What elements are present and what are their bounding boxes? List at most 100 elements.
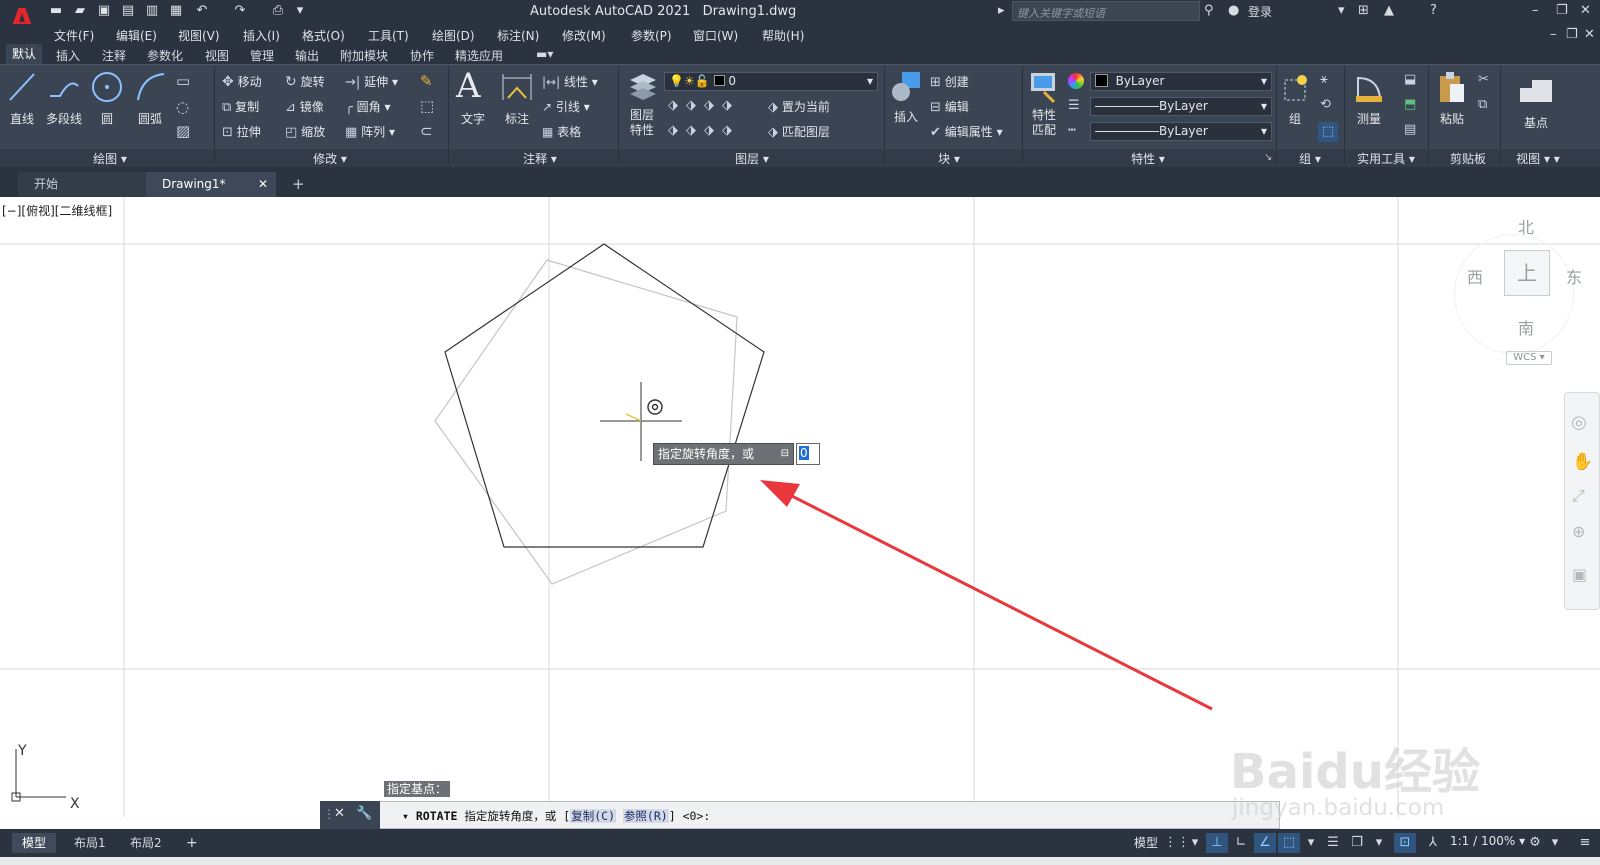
insert-block-icon[interactable] xyxy=(888,70,924,104)
circle-icon[interactable] xyxy=(90,70,124,104)
tab-view[interactable]: 视图 xyxy=(205,47,229,64)
tab-output[interactable]: 输出 xyxy=(295,47,319,64)
menu-parametric[interactable]: 参数(P) xyxy=(631,27,672,44)
polyline-icon[interactable] xyxy=(46,70,82,104)
text-button[interactable]: 文字 xyxy=(458,110,488,127)
hatch-icon[interactable]: ▨ xyxy=(176,122,190,140)
set-current-button[interactable]: ⬗ 置为当前 xyxy=(768,98,830,115)
isodraft-dropdown-icon[interactable]: ▾ xyxy=(1300,833,1322,853)
fillet-button[interactable]: ╭ 圆角 ▾ xyxy=(345,98,391,115)
mirror-button[interactable]: ⊿ 镜像 xyxy=(285,98,324,115)
qa-dropdown-icon[interactable]: ▾ xyxy=(292,3,308,19)
viewcube-south[interactable]: 南 xyxy=(1518,315,1534,339)
command-recent-icon[interactable]: ▾ xyxy=(402,809,409,823)
command-close-icon[interactable]: ✕ xyxy=(334,806,345,821)
line-button[interactable]: 直线 xyxy=(6,110,38,127)
color-wheel-icon[interactable] xyxy=(1068,73,1084,89)
search-input[interactable]: 键入关键字或短语 xyxy=(1012,1,1200,21)
clipboard-panel-title[interactable]: 剪贴板 xyxy=(1440,150,1496,166)
lineweight-dropdown[interactable]: ByLayer ▾ xyxy=(1090,97,1272,116)
leader-button[interactable]: ↗ 引线 ▾ xyxy=(542,98,590,115)
tab-drawing1[interactable]: Drawing1* ✕ xyxy=(146,172,276,197)
selection-cycling-dropdown-icon[interactable]: ▾ xyxy=(1368,833,1390,853)
menu-window[interactable]: 窗口(W) xyxy=(693,27,738,44)
menu-view[interactable]: 视图(V) xyxy=(178,27,220,44)
polyline-button[interactable]: 多段线 xyxy=(42,110,86,127)
quick-select-icon[interactable]: ⬓ xyxy=(1404,72,1416,87)
linear-button[interactable]: |↔| 线性 ▾ xyxy=(542,73,598,90)
base-view-icon[interactable] xyxy=(1518,76,1554,106)
copy-clip-icon[interactable]: ⧉ xyxy=(1478,97,1487,112)
wcs-menu[interactable]: WCS ▾ xyxy=(1506,351,1552,365)
workspace-dropdown-icon[interactable]: ▾ xyxy=(1544,833,1566,853)
array-button[interactable]: ▦ 阵列 ▾ xyxy=(345,123,395,140)
restore-icon[interactable]: ❐ xyxy=(1556,3,1568,18)
layer-dropdown[interactable]: 💡☀🔓 0 ▾ xyxy=(664,72,878,91)
group-icon[interactable] xyxy=(1282,72,1310,106)
add-layout-icon[interactable]: + xyxy=(176,833,208,853)
menu-tools[interactable]: 工具(T) xyxy=(368,27,409,44)
dynamic-options-icon[interactable]: ⊟ xyxy=(781,444,789,464)
account-dropdown-icon[interactable]: ▾ xyxy=(1338,3,1345,18)
arc-icon[interactable] xyxy=(134,70,166,104)
minimize-icon[interactable]: – xyxy=(1532,3,1539,18)
tab-collaborate[interactable]: 协作 xyxy=(410,47,434,64)
table-button[interactable]: ▦ 表格 xyxy=(542,123,581,140)
panel-expand-icon[interactable]: ↘ xyxy=(1264,152,1272,163)
paste-button[interactable]: 粘贴 xyxy=(1436,110,1468,127)
menu-insert[interactable]: 插入(I) xyxy=(243,27,280,44)
cart-icon[interactable]: ⊞ xyxy=(1358,3,1369,18)
save-icon[interactable]: ▣ xyxy=(96,3,112,19)
tab-manage[interactable]: 管理 xyxy=(250,47,274,64)
option-copy[interactable]: 复制(C) xyxy=(570,809,616,823)
base-view-button[interactable]: 基点 xyxy=(1518,114,1554,131)
stretch-button[interactable]: ⊡ 拉伸 xyxy=(222,123,261,140)
close-icon[interactable]: ✕ xyxy=(1580,3,1591,18)
tab-parametric[interactable]: 参数化 xyxy=(147,47,183,64)
select-all-icon[interactable]: ⬒ xyxy=(1404,97,1416,112)
polar-tracking-icon[interactable]: ∠ xyxy=(1254,833,1276,853)
layers-panel-title[interactable]: 图层 ▾ xyxy=(722,150,782,166)
dynamic-angle-input[interactable]: 0 xyxy=(796,443,820,465)
steering-wheel-icon[interactable]: ◎ xyxy=(1571,412,1587,433)
measure-icon[interactable] xyxy=(1354,72,1384,106)
tab-annotate[interactable]: 注释 xyxy=(102,47,126,64)
ellipse-icon[interactable]: ◌ xyxy=(176,98,189,116)
model-space-toggle[interactable]: 模型 xyxy=(1134,834,1158,851)
viewcube-north[interactable]: 北 xyxy=(1518,214,1534,238)
menu-modify[interactable]: 修改(M) xyxy=(562,27,606,44)
viewcube-east[interactable]: 东 xyxy=(1566,264,1582,288)
annotation-panel-title[interactable]: 注释 ▾ xyxy=(510,150,570,166)
group-select-icon[interactable]: ⬚ xyxy=(1318,122,1338,142)
annotation-scale-icon[interactable]: ⅄ xyxy=(1422,833,1444,853)
erase-icon[interactable]: ✎ xyxy=(420,72,433,90)
scale-button[interactable]: ◰ 缩放 xyxy=(285,123,325,140)
line-icon[interactable] xyxy=(6,70,38,104)
view-panel-title[interactable]: 视图 ▾ ▾ xyxy=(1508,150,1568,166)
create-block-button[interactable]: ⊞ 创建 xyxy=(930,73,969,90)
connect-icon[interactable]: ▲ xyxy=(1384,3,1394,18)
print-icon[interactable]: ⎙ xyxy=(270,3,286,19)
tab-featured[interactable]: 精选应用 xyxy=(455,47,503,64)
doc-restore-icon[interactable]: ❐ xyxy=(1566,27,1578,42)
arc-button[interactable]: 圆弧 xyxy=(132,110,168,127)
transparency-icon[interactable]: ❐ xyxy=(1346,833,1368,853)
tab-start[interactable]: 开始 xyxy=(18,172,146,197)
block-panel-title[interactable]: 块 ▾ xyxy=(924,150,974,166)
object-snap-icon[interactable]: ⊡ xyxy=(1394,833,1416,853)
layout-tab-2[interactable]: 布局2 xyxy=(120,833,172,853)
edit-block-button[interactable]: ⊟ 编辑 xyxy=(930,98,969,115)
menu-format[interactable]: 格式(O) xyxy=(302,27,345,44)
match-layer-button[interactable]: ⬗ 匹配图层 xyxy=(768,123,830,140)
plot-preview-icon[interactable]: ▥ xyxy=(144,3,160,19)
ortho-icon[interactable]: ∟ xyxy=(1230,833,1252,853)
help-icon[interactable]: ? xyxy=(1430,3,1437,18)
doc-close-icon[interactable]: ✕ xyxy=(1584,27,1595,42)
rotate-button[interactable]: ↻ 旋转 xyxy=(285,73,325,90)
match-properties-button[interactable]: 特性 匹配 xyxy=(1026,108,1062,138)
menu-dimension[interactable]: 标注(N) xyxy=(497,27,539,44)
offset-icon[interactable]: ⊂ xyxy=(420,122,433,140)
insert-button[interactable]: 插入 xyxy=(888,108,924,125)
layer-properties-icon[interactable] xyxy=(626,70,660,104)
layer-properties-button[interactable]: 图层 特性 xyxy=(624,108,660,138)
